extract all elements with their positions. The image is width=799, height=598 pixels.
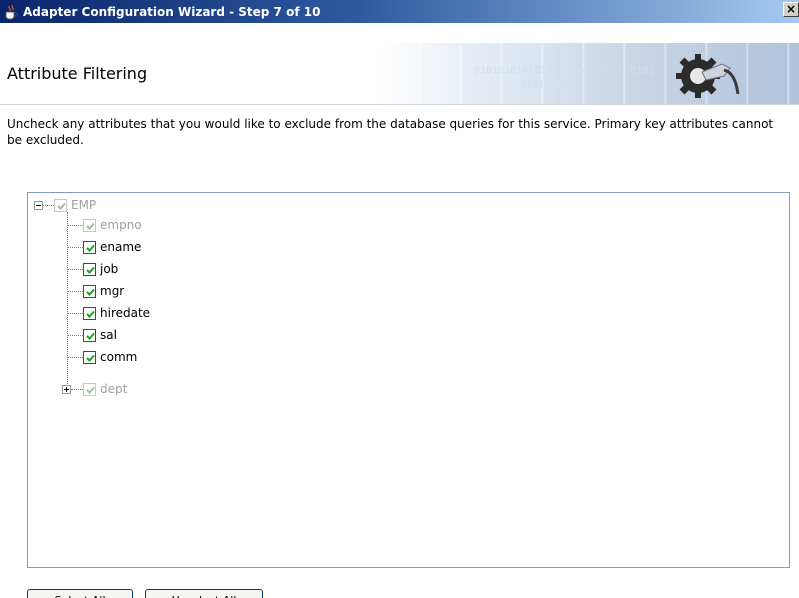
checkbox-job[interactable]	[83, 262, 96, 276]
unselect-all-button[interactable]: Unselect All	[145, 589, 263, 598]
tree-node-comm[interactable]: comm	[67, 347, 137, 367]
tree-label-hiredate: hiredate	[100, 306, 151, 320]
tree-node-ename[interactable]: ename	[67, 237, 141, 257]
tree-label-comm: comm	[100, 350, 138, 364]
checkbox-comm[interactable]	[83, 350, 96, 364]
header-binary-text: 010101010101010101010101010101	[474, 65, 655, 76]
page-title: Attribute Filtering	[7, 64, 148, 83]
tree-node-hiredate[interactable]: hiredate	[67, 303, 150, 323]
tree-label-empno: empno	[100, 218, 142, 232]
window-titlebar[interactable]: Adapter Configuration Wizard - Step 7 of…	[0, 0, 799, 23]
tree-node-mgr[interactable]: mgr	[67, 281, 124, 301]
checkbox-hiredate[interactable]	[83, 306, 96, 320]
tree-node-sal[interactable]: sal	[67, 325, 117, 345]
checkbox-dept	[83, 382, 96, 396]
wizard-header: 010101010101010101010101010101 010101010…	[0, 23, 799, 105]
gear-plug-icon	[676, 54, 740, 98]
tree-node-emp[interactable]: EMP	[34, 195, 96, 215]
instructions-text: Uncheck any attributes that you would li…	[7, 117, 774, 147]
checkbox-emp	[54, 198, 67, 212]
header-binary-text-2: 01010101010	[520, 79, 587, 90]
tree-label-job: job	[100, 262, 119, 276]
tree-label-emp: EMP	[71, 198, 97, 212]
tree-node-job[interactable]: job	[67, 259, 118, 279]
java-cup-icon	[5, 4, 18, 19]
tree-label-mgr: mgr	[100, 284, 125, 298]
tree-label-ename: ename	[100, 240, 142, 254]
select-all-button[interactable]: Select All	[27, 589, 133, 598]
tree-label-dept: dept	[100, 382, 128, 396]
collapse-icon[interactable]	[34, 200, 43, 210]
tree-label-sal: sal	[100, 328, 117, 342]
close-button[interactable]: ×	[783, 2, 799, 17]
window-title: Adapter Configuration Wizard - Step 7 of…	[23, 4, 321, 19]
checkbox-ename[interactable]	[83, 240, 96, 254]
checkbox-empno	[83, 218, 96, 232]
tree-node-dept[interactable]: dept	[62, 379, 127, 399]
attribute-tree[interactable]: EMP empno ename job mgr hiredate sal com…	[27, 192, 790, 568]
expand-icon[interactable]	[62, 384, 71, 394]
tree-node-empno: empno	[67, 215, 142, 235]
checkbox-sal[interactable]	[83, 328, 96, 342]
checkbox-mgr[interactable]	[83, 284, 96, 298]
